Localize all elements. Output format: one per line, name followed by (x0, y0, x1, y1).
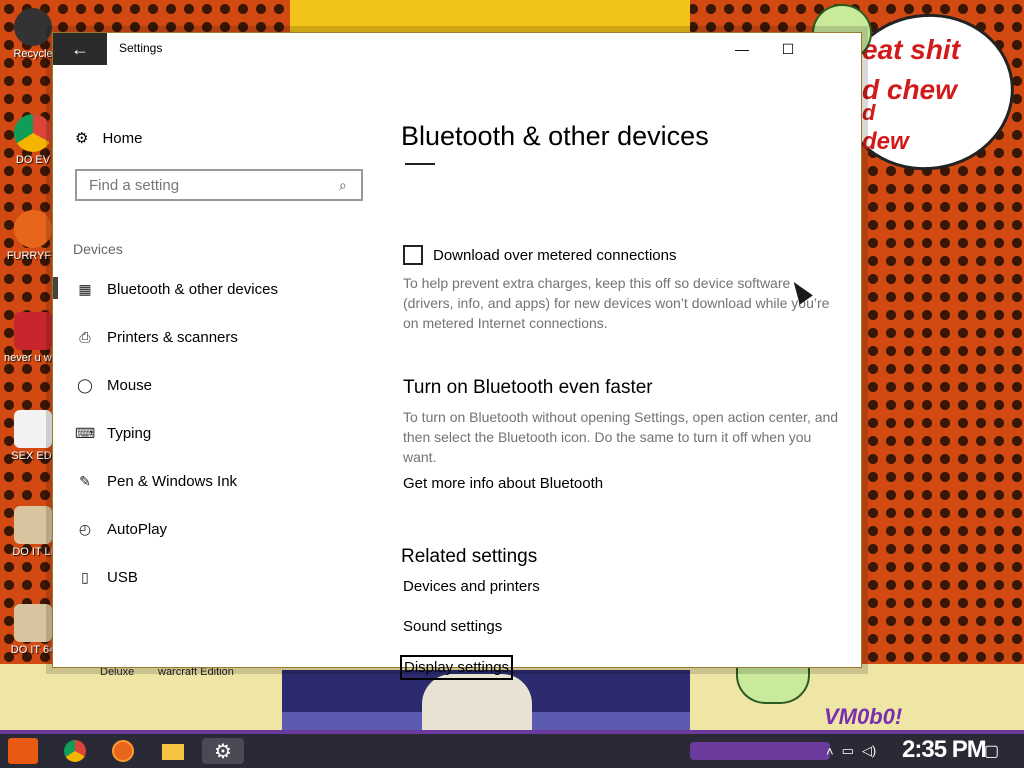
taskbar-file-explorer[interactable] (156, 738, 190, 764)
portrait-icon (14, 604, 52, 642)
section-label: Devices (73, 241, 123, 257)
firefox-icon (14, 210, 52, 248)
clock[interactable]: 2:35 PM (902, 736, 987, 764)
checkbox-label: Download over metered connections (433, 246, 677, 264)
sidebar-item-mouse[interactable]: ◯ Mouse (53, 361, 383, 409)
sidebar-item-label: Mouse (107, 376, 153, 394)
sound-settings-link[interactable]: Sound settings (403, 618, 502, 635)
window-title: Settings (119, 41, 163, 55)
gear-icon: ⚙ (75, 130, 89, 147)
settings-window: ← Settings — ☐ ⚙ Home ⌕ Devices ▦ Blueto… (52, 32, 862, 680)
notification-icon[interactable]: ▢ (984, 741, 999, 761)
settings-sidebar: ⚙ Home ⌕ Devices ▦ Bluetooth & other dev… (53, 65, 383, 665)
related-settings-heading: Related settings (401, 546, 538, 567)
pen-icon: ✎ (79, 472, 91, 489)
bluetooth-faster-heading: Turn on Bluetooth even faster (403, 377, 653, 398)
keyboard-icon: ⌨ (75, 424, 96, 441)
minimize-button[interactable]: — (719, 33, 765, 65)
sidebar-item-label: Bluetooth & other devices (107, 280, 278, 298)
folder-icon (162, 744, 184, 760)
printer-icon: ⎙ (79, 328, 91, 345)
watermark-text: VM0b0! (824, 704, 903, 729)
bluetooth-faster-description: To turn on Bluetooth without opening Set… (403, 409, 839, 465)
devcpp-icon (14, 312, 52, 350)
system-tray: ˄ ▭ ◁) (826, 734, 876, 768)
search-icon[interactable]: ⌕ (339, 177, 361, 194)
settings-content: Bluetooth & other devices Download over … (383, 65, 861, 680)
back-button[interactable]: ← (53, 33, 107, 65)
download-metered-checkbox-row[interactable]: Download over metered connections (403, 245, 676, 265)
recycle-bin-icon (14, 8, 52, 46)
network-icon[interactable]: ▭ (842, 743, 854, 759)
bluetooth-icon: ▦ (78, 280, 92, 297)
chrome-icon (14, 114, 52, 152)
bubble-text-line: eat shit (862, 34, 961, 65)
sidebar-item-label: Printers & scanners (107, 328, 238, 346)
desktop-wallpaper-top (290, 0, 690, 36)
taskbar-settings[interactable]: ⚙ (202, 738, 244, 764)
taskbar: ⚙ ˄ ▭ ◁) 2:35 PM ▢ (0, 734, 1024, 768)
mouse-icon: ◯ (77, 376, 93, 393)
sidebar-item-label: USB (107, 568, 138, 586)
sidebar-item-label: Typing (107, 424, 152, 442)
sidebar-item-label: Pen & Windows Ink (107, 472, 238, 490)
sidebar-item-pen[interactable]: ✎ Pen & Windows Ink (53, 457, 383, 505)
start-button[interactable] (8, 738, 38, 764)
download-metered-checkbox[interactable] (403, 245, 423, 265)
chevron-up-icon[interactable]: ˄ (826, 744, 834, 759)
search-input[interactable] (87, 175, 339, 195)
maximize-button[interactable]: ☐ (765, 33, 811, 65)
home-link[interactable]: ⚙ Home (75, 129, 143, 148)
scene-figure (422, 674, 532, 730)
sidebar-item-printers[interactable]: ⎙ Printers & scanners (53, 313, 383, 361)
sidebar-item-autoplay[interactable]: ◴ AutoPlay (53, 505, 383, 553)
devices-and-printers-link[interactable]: Devices and printers (403, 578, 540, 595)
firefox-icon (112, 740, 134, 762)
bluetooth-info-link[interactable]: Get more info about Bluetooth (403, 475, 603, 492)
search-box[interactable]: ⌕ (75, 169, 363, 201)
usb-icon: ▯ (81, 568, 89, 585)
autoplay-icon: ◴ (78, 520, 92, 537)
bubble-text-line: d (862, 100, 876, 125)
volume-icon[interactable]: ◁) (862, 743, 876, 759)
download-description: To help prevent extra charges, keep this… (403, 275, 830, 331)
page-title: Bluetooth & other devices (401, 121, 709, 151)
sidebar-item-typing[interactable]: ⌨ Typing (53, 409, 383, 457)
home-label: Home (102, 129, 143, 147)
portrait-icon (14, 506, 52, 544)
bubble-text-line: dew (862, 128, 909, 155)
sidebar-item-usb[interactable]: ▯ USB (53, 553, 383, 601)
device-icon (405, 163, 435, 169)
sidebar-item-label: AutoPlay (107, 520, 168, 538)
display-settings-link[interactable]: Display settings (400, 655, 514, 680)
gear-icon: ⚙ (214, 740, 232, 763)
taskbar-decoration (690, 742, 830, 760)
bubble-text-line: d chew (862, 74, 957, 105)
taskbar-firefox[interactable] (106, 738, 140, 764)
title-bar[interactable]: ← Settings — ☐ (53, 33, 861, 65)
hex-editor-icon (14, 410, 52, 448)
nav-list: ▦ Bluetooth & other devices ⎙ Printers &… (53, 265, 383, 601)
taskbar-chrome[interactable] (58, 738, 92, 764)
sidebar-item-bluetooth[interactable]: ▦ Bluetooth & other devices (53, 265, 383, 313)
chrome-icon (64, 740, 86, 762)
